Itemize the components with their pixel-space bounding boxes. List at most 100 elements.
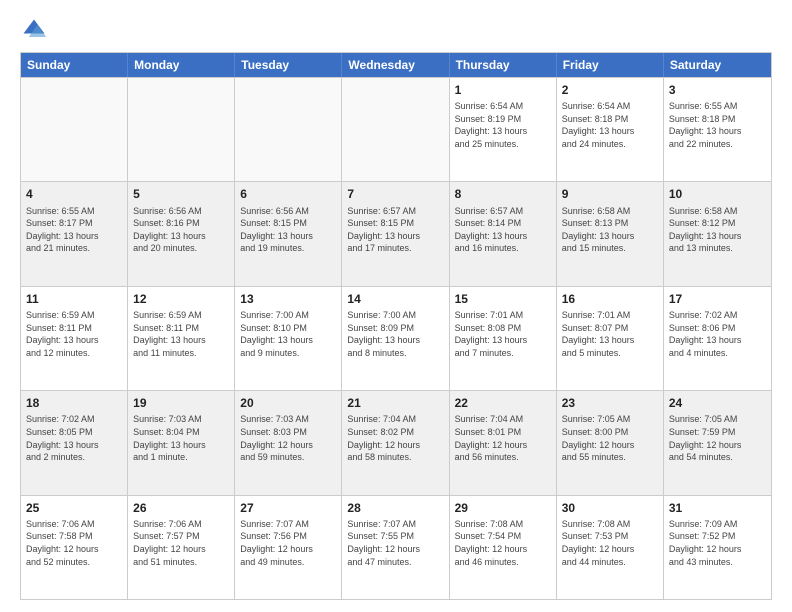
day-info: Sunrise: 7:02 AM Sunset: 8:06 PM Dayligh… [669, 309, 766, 359]
day-number: 2 [562, 82, 658, 98]
day-number: 13 [240, 291, 336, 307]
calendar-cell-1-2: 6 Sunrise: 6:56 AM Sunset: 8:15 PM Daylig… [235, 182, 342, 285]
calendar-cell-3-1: 19Sunrise: 7:03 AM Sunset: 8:04 PM Dayli… [128, 391, 235, 494]
calendar-cell-0-4: 1 Sunrise: 6:54 AM Sunset: 8:19 PM Daylig… [450, 78, 557, 181]
calendar-body: 1 Sunrise: 6:54 AM Sunset: 8:19 PM Daylig… [21, 77, 771, 599]
day-number: 5 [133, 186, 229, 202]
day-info: Sunrise: 7:07 AM Sunset: 7:55 PM Dayligh… [347, 518, 443, 568]
day-number: 10 [669, 186, 766, 202]
weekday-header-saturday: Saturday [664, 53, 771, 77]
day-number: 11 [26, 291, 122, 307]
day-info: Sunrise: 7:04 AM Sunset: 8:01 PM Dayligh… [455, 413, 551, 463]
day-number: 21 [347, 395, 443, 411]
day-info: Sunrise: 6:59 AM Sunset: 8:11 PM Dayligh… [133, 309, 229, 359]
day-info: Sunrise: 7:02 AM Sunset: 8:05 PM Dayligh… [26, 413, 122, 463]
day-number: 19 [133, 395, 229, 411]
calendar-cell-3-0: 18 Sunrise: 7:02 AM Sunset: 8:05 PM Dayli… [21, 391, 128, 494]
calendar-row-3: 18 Sunrise: 7:02 AM Sunset: 8:05 PM Dayli… [21, 390, 771, 494]
day-number: 29 [455, 500, 551, 516]
logo [20, 16, 52, 44]
calendar-cell-2-6: 17 Sunrise: 7:02 AM Sunset: 8:06 PM Dayli… [664, 287, 771, 390]
logo-icon [20, 16, 48, 44]
day-info: Sunrise: 6:59 AM Sunset: 8:11 PM Dayligh… [26, 309, 122, 359]
page: SundayMondayTuesdayWednesdayThursdayFrid… [0, 0, 792, 612]
day-info: Sunrise: 6:56 AM Sunset: 8:15 PM Dayligh… [240, 205, 336, 255]
calendar-cell-4-2: 27 Sunrise: 7:07 AM Sunset: 7:56 PM Dayli… [235, 496, 342, 599]
day-number: 31 [669, 500, 766, 516]
calendar-cell-4-6: 31 Sunrise: 7:09 AM Sunset: 7:52 PM Dayli… [664, 496, 771, 599]
day-info: Sunrise: 6:55 AM Sunset: 8:18 PM Dayligh… [669, 100, 766, 150]
calendar-cell-2-3: 14Sunrise: 7:00 AM Sunset: 8:09 PM Dayli… [342, 287, 449, 390]
calendar-row-4: 25 Sunrise: 7:06 AM Sunset: 7:58 PM Dayli… [21, 495, 771, 599]
calendar-cell-4-4: 29 Sunrise: 7:08 AM Sunset: 7:54 PM Dayli… [450, 496, 557, 599]
day-number: 17 [669, 291, 766, 307]
calendar-cell-2-1: 12 Sunrise: 6:59 AM Sunset: 8:11 PM Dayli… [128, 287, 235, 390]
calendar-cell-0-1 [128, 78, 235, 181]
day-number: 7 [347, 186, 443, 202]
calendar-cell-3-4: 22 Sunrise: 7:04 AM Sunset: 8:01 PM Dayli… [450, 391, 557, 494]
day-info: Sunrise: 7:06 AM Sunset: 7:57 PM Dayligh… [133, 518, 229, 568]
day-info: Sunrise: 7:08 AM Sunset: 7:53 PM Dayligh… [562, 518, 658, 568]
calendar-cell-0-5: 2 Sunrise: 6:54 AM Sunset: 8:18 PM Daylig… [557, 78, 664, 181]
calendar-cell-1-6: 10 Sunrise: 6:58 AM Sunset: 8:12 PM Dayli… [664, 182, 771, 285]
calendar-cell-4-3: 28 Sunrise: 7:07 AM Sunset: 7:55 PM Dayli… [342, 496, 449, 599]
weekday-header-sunday: Sunday [21, 53, 128, 77]
day-info: Sunrise: 7:05 AM Sunset: 8:00 PM Dayligh… [562, 413, 658, 463]
day-info: Sunrise: 6:58 AM Sunset: 8:12 PM Dayligh… [669, 205, 766, 255]
day-info: Sunrise: 7:04 AM Sunset: 8:02 PM Dayligh… [347, 413, 443, 463]
day-number: 15 [455, 291, 551, 307]
day-number: 23 [562, 395, 658, 411]
day-info: Sunrise: 7:07 AM Sunset: 7:56 PM Dayligh… [240, 518, 336, 568]
day-info: Sunrise: 6:55 AM Sunset: 8:17 PM Dayligh… [26, 205, 122, 255]
day-number: 12 [133, 291, 229, 307]
day-info: Sunrise: 6:56 AM Sunset: 8:16 PM Dayligh… [133, 205, 229, 255]
calendar-row-0: 1 Sunrise: 6:54 AM Sunset: 8:19 PM Daylig… [21, 77, 771, 181]
calendar-cell-2-4: 15Sunrise: 7:01 AM Sunset: 8:08 PM Dayli… [450, 287, 557, 390]
calendar-cell-1-5: 9Sunrise: 6:58 AM Sunset: 8:13 PM Daylig… [557, 182, 664, 285]
weekday-header-wednesday: Wednesday [342, 53, 449, 77]
day-number: 6 [240, 186, 336, 202]
day-number: 28 [347, 500, 443, 516]
day-info: Sunrise: 6:57 AM Sunset: 8:14 PM Dayligh… [455, 205, 551, 255]
day-info: Sunrise: 7:09 AM Sunset: 7:52 PM Dayligh… [669, 518, 766, 568]
calendar-cell-1-0: 4 Sunrise: 6:55 AM Sunset: 8:17 PM Daylig… [21, 182, 128, 285]
day-number: 25 [26, 500, 122, 516]
day-number: 8 [455, 186, 551, 202]
weekday-header-friday: Friday [557, 53, 664, 77]
day-number: 3 [669, 82, 766, 98]
day-number: 26 [133, 500, 229, 516]
calendar-cell-3-6: 24Sunrise: 7:05 AM Sunset: 7:59 PM Dayli… [664, 391, 771, 494]
day-number: 27 [240, 500, 336, 516]
day-info: Sunrise: 6:54 AM Sunset: 8:18 PM Dayligh… [562, 100, 658, 150]
calendar-cell-0-3 [342, 78, 449, 181]
calendar-row-2: 11 Sunrise: 6:59 AM Sunset: 8:11 PM Dayli… [21, 286, 771, 390]
calendar-cell-4-1: 26 Sunrise: 7:06 AM Sunset: 7:57 PM Dayli… [128, 496, 235, 599]
day-info: Sunrise: 7:00 AM Sunset: 8:09 PM Dayligh… [347, 309, 443, 359]
day-number: 16 [562, 291, 658, 307]
day-info: Sunrise: 7:06 AM Sunset: 7:58 PM Dayligh… [26, 518, 122, 568]
calendar-cell-1-3: 7 Sunrise: 6:57 AM Sunset: 8:15 PM Daylig… [342, 182, 449, 285]
day-info: Sunrise: 6:57 AM Sunset: 8:15 PM Dayligh… [347, 205, 443, 255]
day-info: Sunrise: 6:54 AM Sunset: 8:19 PM Dayligh… [455, 100, 551, 150]
calendar-cell-4-5: 30 Sunrise: 7:08 AM Sunset: 7:53 PM Dayli… [557, 496, 664, 599]
day-info: Sunrise: 7:01 AM Sunset: 8:07 PM Dayligh… [562, 309, 658, 359]
day-info: Sunrise: 7:08 AM Sunset: 7:54 PM Dayligh… [455, 518, 551, 568]
day-number: 30 [562, 500, 658, 516]
calendar-cell-3-5: 23 Sunrise: 7:05 AM Sunset: 8:00 PM Dayli… [557, 391, 664, 494]
calendar-cell-1-4: 8 Sunrise: 6:57 AM Sunset: 8:14 PM Daylig… [450, 182, 557, 285]
calendar-row-1: 4 Sunrise: 6:55 AM Sunset: 8:17 PM Daylig… [21, 181, 771, 285]
day-number: 18 [26, 395, 122, 411]
day-number: 1 [455, 82, 551, 98]
day-number: 4 [26, 186, 122, 202]
calendar-cell-2-2: 13 Sunrise: 7:00 AM Sunset: 8:10 PM Dayli… [235, 287, 342, 390]
calendar-cell-2-5: 16 Sunrise: 7:01 AM Sunset: 8:07 PM Dayli… [557, 287, 664, 390]
day-info: Sunrise: 7:00 AM Sunset: 8:10 PM Dayligh… [240, 309, 336, 359]
day-number: 22 [455, 395, 551, 411]
calendar: SundayMondayTuesdayWednesdayThursdayFrid… [20, 52, 772, 600]
calendar-cell-3-3: 21 Sunrise: 7:04 AM Sunset: 8:02 PM Dayli… [342, 391, 449, 494]
day-number: 24 [669, 395, 766, 411]
calendar-cell-4-0: 25 Sunrise: 7:06 AM Sunset: 7:58 PM Dayli… [21, 496, 128, 599]
header [20, 16, 772, 44]
calendar-header: SundayMondayTuesdayWednesdayThursdayFrid… [21, 53, 771, 77]
weekday-header-thursday: Thursday [450, 53, 557, 77]
